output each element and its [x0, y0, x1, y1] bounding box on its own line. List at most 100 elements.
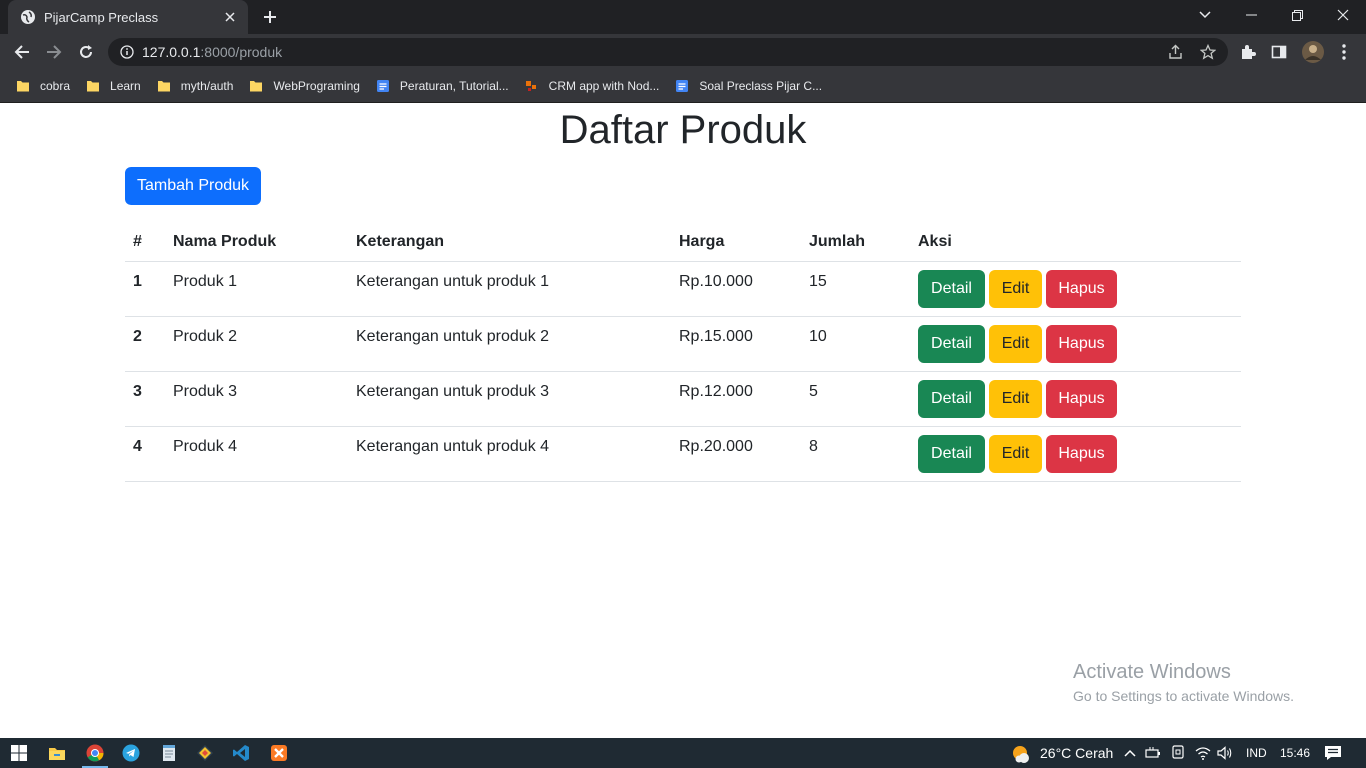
product-name: Produk 4	[173, 438, 238, 455]
row-actions: Detail Edit Hapus	[918, 435, 1117, 473]
globe-icon	[20, 9, 36, 25]
row-actions: Detail Edit Hapus	[918, 325, 1117, 363]
delete-button[interactable]: Hapus	[1046, 325, 1117, 363]
bookmark-label: Peraturan, Tutorial...	[399, 79, 509, 93]
file-explorer-icon[interactable]	[42, 741, 72, 765]
folder-icon	[157, 79, 171, 93]
tab-strip: PijarCamp Preclass	[0, 0, 1366, 34]
reload-icon[interactable]	[73, 39, 99, 65]
bookmark-item[interactable]: Soal Preclass Pijar C...	[667, 73, 830, 99]
url-path: :8000/produk	[200, 44, 283, 60]
product-name: Produk 2	[173, 328, 238, 345]
detail-button[interactable]: Detail	[918, 380, 985, 418]
windows-taskbar: 26°C Cerah IND 15:46	[0, 738, 1366, 768]
delete-button[interactable]: Hapus	[1046, 270, 1117, 308]
product-quantity: 5	[809, 383, 818, 400]
bookmark-item[interactable]: myth/auth	[149, 73, 242, 99]
folder-icon	[86, 79, 100, 93]
detail-button[interactable]: Detail	[918, 270, 985, 308]
watermark-title: Activate Windows	[1073, 661, 1231, 683]
wifi-icon[interactable]	[1195, 745, 1211, 761]
profile-avatar[interactable]	[1302, 41, 1324, 63]
doc-icon	[675, 79, 689, 93]
telegram-icon[interactable]	[116, 741, 146, 765]
product-description: Keterangan untuk produk 1	[356, 273, 550, 290]
delete-button[interactable]: Hapus	[1046, 380, 1117, 418]
puzzle-site-icon	[525, 79, 539, 93]
column-header-name: Nama Produk	[173, 233, 277, 250]
column-header-quantity: Jumlah	[809, 233, 866, 250]
detail-button[interactable]: Detail	[918, 435, 985, 473]
tab-search-icon[interactable]	[1182, 0, 1228, 30]
bookmark-item[interactable]: cobra	[8, 73, 78, 99]
site-info-icon[interactable]	[120, 45, 134, 59]
table-row: 3 Produk 3 Keterangan untuk produk 3 Rp.…	[125, 372, 1241, 427]
battery-plug-icon[interactable]	[1145, 745, 1161, 761]
detail-button[interactable]: Detail	[918, 325, 985, 363]
page-title: Daftar Produk	[559, 108, 807, 152]
table-row: 1 Produk 1 Keterangan untuk produk 1 Rp.…	[125, 262, 1241, 317]
bookmark-label: Soal Preclass Pijar C...	[699, 79, 823, 93]
new-tab-button[interactable]	[258, 5, 282, 29]
row-number: 4	[133, 438, 142, 455]
chevron-up-icon[interactable]	[1122, 745, 1138, 761]
notification-icon[interactable]	[1324, 744, 1342, 762]
xampp-icon[interactable]	[264, 741, 294, 765]
browser-toolbar: 127.0.0.1:8000/produk	[0, 34, 1366, 70]
activate-windows-watermark: Activate Windows Go to Settings to activ…	[1073, 661, 1294, 704]
minimize-button[interactable]	[1228, 0, 1274, 30]
row-actions: Detail Edit Hapus	[918, 270, 1117, 308]
close-tab-icon[interactable]	[222, 9, 238, 25]
restore-button[interactable]	[1274, 0, 1320, 30]
edit-button[interactable]: Edit	[989, 435, 1042, 473]
back-icon[interactable]	[9, 39, 35, 65]
weather-text[interactable]: 26°C Cerah	[1040, 745, 1113, 761]
delete-button[interactable]: Hapus	[1046, 435, 1117, 473]
product-description: Keterangan untuk produk 4	[356, 438, 550, 455]
add-product-button[interactable]: Tambah Produk	[125, 167, 261, 205]
product-description: Keterangan untuk produk 2	[356, 328, 550, 345]
bookmark-item[interactable]: CRM app with Nod...	[517, 73, 668, 99]
row-number: 2	[133, 328, 142, 345]
bookmark-item[interactable]: Learn	[78, 73, 149, 99]
bookmark-star-icon[interactable]	[1200, 44, 1216, 60]
menu-kebab-icon[interactable]	[1335, 43, 1353, 61]
device-icon[interactable]	[1170, 745, 1186, 761]
share-icon[interactable]	[1168, 44, 1184, 60]
weather-icon[interactable]	[1010, 743, 1032, 765]
bookmark-label: WebPrograming	[273, 79, 360, 93]
language-indicator[interactable]: IND	[1246, 746, 1267, 760]
bookmark-item[interactable]: WebPrograming	[241, 73, 367, 99]
vscode-icon[interactable]	[226, 741, 256, 765]
edit-button[interactable]: Edit	[989, 380, 1042, 418]
bookmark-item[interactable]: Peraturan, Tutorial...	[368, 73, 517, 99]
product-quantity: 8	[809, 438, 818, 455]
column-header-price: Harga	[679, 233, 725, 250]
bookmark-label: CRM app with Nod...	[548, 79, 660, 93]
edit-button[interactable]: Edit	[989, 270, 1042, 308]
product-price: Rp.15.000	[679, 328, 753, 345]
extensions-icon[interactable]	[1239, 43, 1257, 61]
doc-icon	[376, 79, 390, 93]
address-bar[interactable]: 127.0.0.1:8000/produk	[108, 38, 1228, 66]
column-header-description: Keterangan	[356, 233, 445, 250]
close-window-button[interactable]	[1320, 0, 1366, 30]
side-panel-icon[interactable]	[1270, 43, 1288, 61]
table-row: 2 Produk 2 Keterangan untuk produk 2 Rp.…	[125, 317, 1241, 372]
volume-icon[interactable]	[1217, 745, 1233, 761]
forward-icon[interactable]	[41, 39, 67, 65]
product-name: Produk 1	[173, 273, 238, 290]
product-name: Produk 3	[173, 383, 238, 400]
notepad-icon[interactable]	[154, 741, 184, 765]
bookmark-label: Learn	[110, 79, 141, 93]
edit-button[interactable]: Edit	[989, 325, 1042, 363]
chrome-icon[interactable]	[80, 741, 110, 768]
git-tool-icon[interactable]	[190, 741, 220, 765]
folder-icon	[249, 79, 263, 93]
product-price: Rp.20.000	[679, 438, 753, 455]
product-price: Rp.10.000	[679, 273, 753, 290]
tab-title: PijarCamp Preclass	[44, 9, 159, 25]
clock[interactable]: 15:46	[1280, 746, 1310, 760]
windows-start-icon[interactable]	[4, 741, 34, 765]
browser-tab[interactable]: PijarCamp Preclass	[8, 0, 248, 34]
